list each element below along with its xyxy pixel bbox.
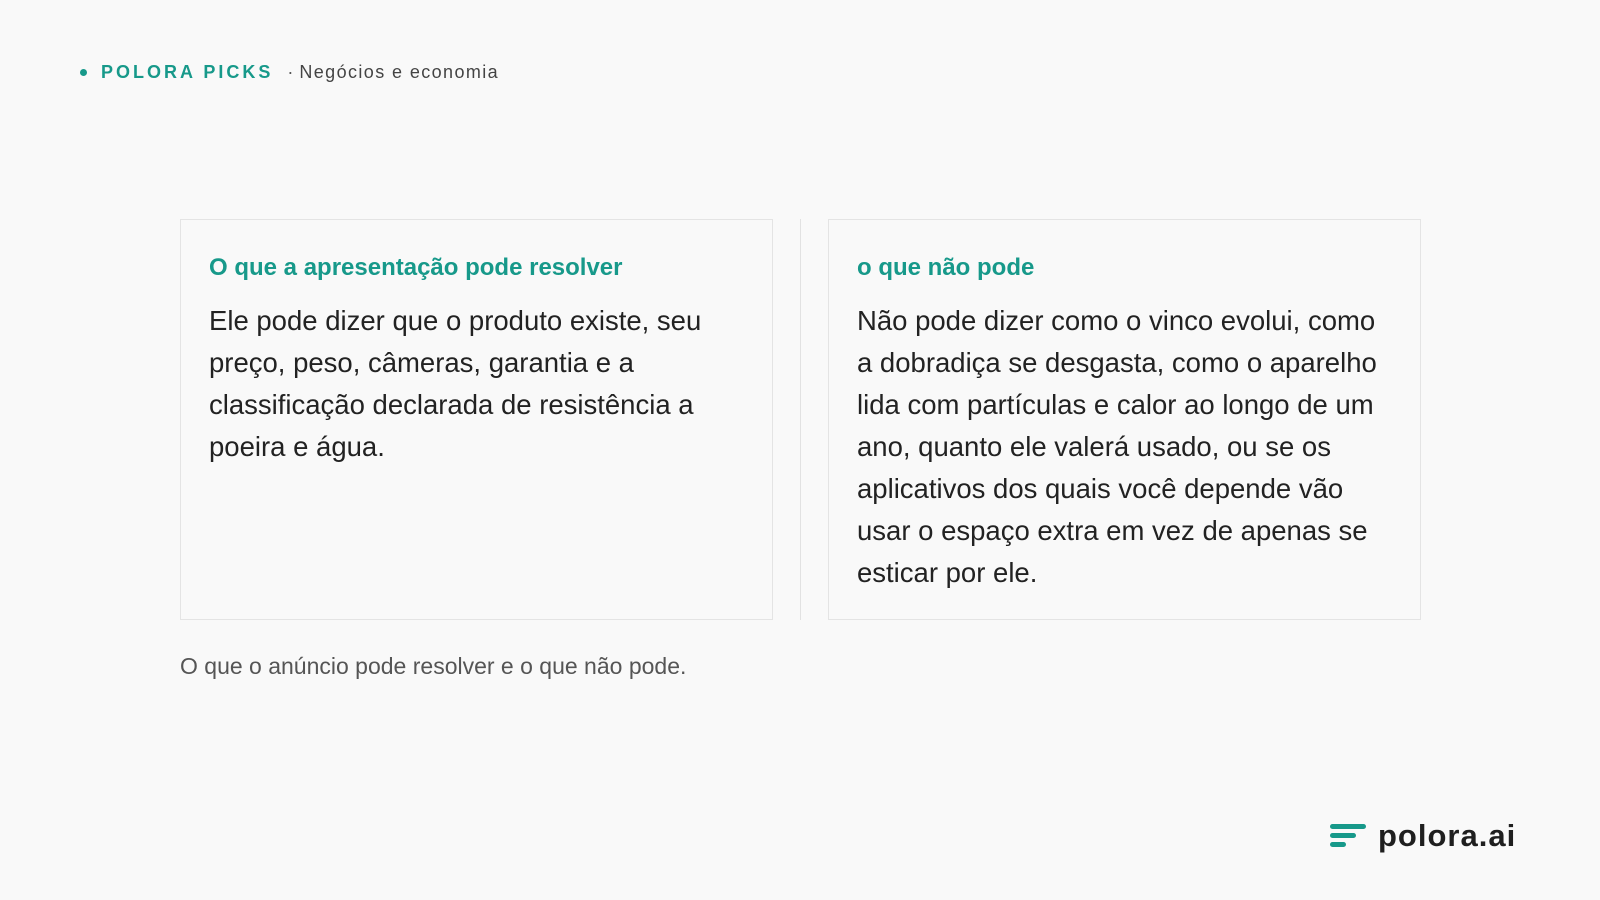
panel-cannot-solve-title: o que não pode [857, 254, 1035, 281]
figure-caption: O que o anúncio pode resolver e o que nã… [180, 653, 687, 679]
lines-icon [1330, 824, 1366, 847]
footer-logo: polora.ai [1330, 818, 1516, 854]
comparison-panels: O que a apresentação pode resolver Ele p… [180, 219, 1421, 621]
brand-label: POLORA PICKS [101, 61, 274, 82]
panel-can-solve-title: O que a apresentação pode resolver [209, 254, 623, 281]
logo-text: polora.ai [1378, 818, 1517, 853]
panel-cannot-solve: o que não pode Não pode dizer como o vin… [828, 219, 1421, 620]
category-label: Negócios e economia [299, 61, 500, 82]
header: POLORA PICKS · Negócios e economia [80, 58, 499, 86]
header-separator: · [287, 61, 294, 82]
panel-can-solve: O que a apresentação pode resolver Ele p… [180, 219, 773, 620]
panel-divider [800, 219, 801, 620]
panel-can-solve-body: Ele pode dizer que o produto existe, seu… [209, 305, 702, 462]
bullet-dot-icon [80, 68, 87, 76]
panel-cannot-solve-body: Não pode dizer como o vinco evolui, como… [857, 305, 1377, 588]
